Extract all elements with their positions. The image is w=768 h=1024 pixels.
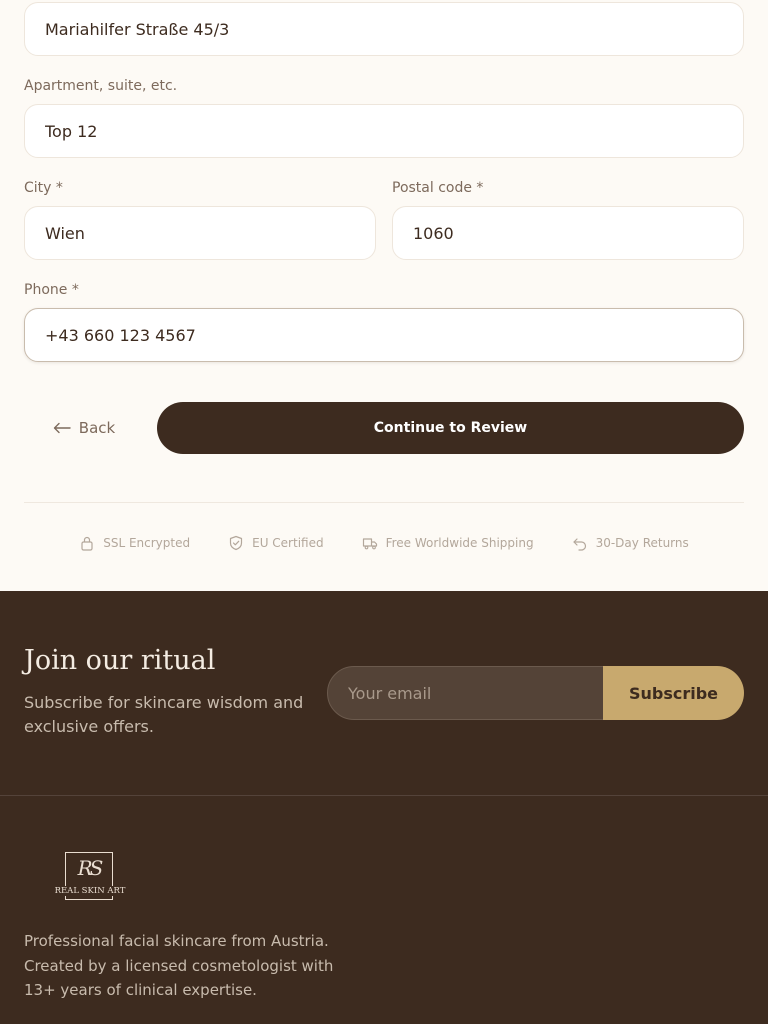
postal-code-input[interactable] [413, 223, 743, 243]
city-label: City * [24, 180, 63, 196]
logo-monogram: RS [77, 856, 104, 880]
trust-badges: SSL Encrypted EU Certified Free Worldwid… [0, 532, 768, 554]
brand-description: Professional facial skincare from Austri… [24, 932, 334, 999]
street-address-field[interactable] [24, 2, 744, 56]
newsletter-title: Join our ritual [24, 645, 216, 676]
apartment-label: Apartment, suite, etc. [24, 78, 178, 94]
city-field[interactable] [24, 206, 376, 260]
newsletter-email-input[interactable] [348, 683, 616, 703]
truck-icon [362, 538, 377, 550]
continue-button-label: Continue to Review [373, 420, 528, 436]
continue-to-review-button[interactable]: Continue to Review [157, 402, 744, 454]
brand-logo[interactable]: RS REAL SKIN ART [50, 852, 130, 904]
back-button[interactable]: Back [24, 402, 144, 454]
postal-code-label: Postal code * [392, 180, 484, 196]
section-divider [24, 502, 744, 503]
lock-icon [81, 536, 93, 551]
newsletter-subtitle: Subscribe for skincare wisdom and exclus… [24, 693, 304, 736]
footer-divider [0, 795, 768, 796]
trust-label: Free Worldwide Shipping [385, 536, 534, 550]
subscribe-button[interactable]: Subscribe [603, 666, 744, 720]
apartment-input[interactable] [45, 121, 743, 141]
trust-item-returns: 30-Day Returns [572, 535, 689, 551]
phone-label: Phone * [24, 282, 79, 298]
return-arrow-icon [572, 538, 586, 551]
back-button-label: Back [78, 419, 116, 437]
phone-field[interactable] [24, 308, 744, 362]
city-input[interactable] [45, 223, 375, 243]
trust-item-ssl: SSL Encrypted [79, 535, 190, 551]
logo-text: REAL SKIN ART [50, 886, 130, 896]
trust-label: EU Certified [252, 536, 324, 550]
shield-check-icon [230, 535, 243, 551]
trust-item-eu: EU Certified [228, 535, 324, 551]
phone-input[interactable] [45, 325, 743, 345]
apartment-field[interactable] [24, 104, 744, 158]
trust-item-shipping: Free Worldwide Shipping [362, 535, 534, 551]
subscribe-button-label: Subscribe [628, 683, 719, 703]
postal-code-field[interactable] [392, 206, 744, 260]
newsletter-email-field[interactable] [327, 666, 617, 720]
trust-label: SSL Encrypted [103, 536, 191, 550]
street-address-input[interactable] [45, 19, 743, 39]
footer: Join our ritual Subscribe for skincare w… [0, 591, 768, 1024]
trust-label: 30-Day Returns [595, 536, 689, 550]
arrow-left-icon [53, 422, 71, 434]
